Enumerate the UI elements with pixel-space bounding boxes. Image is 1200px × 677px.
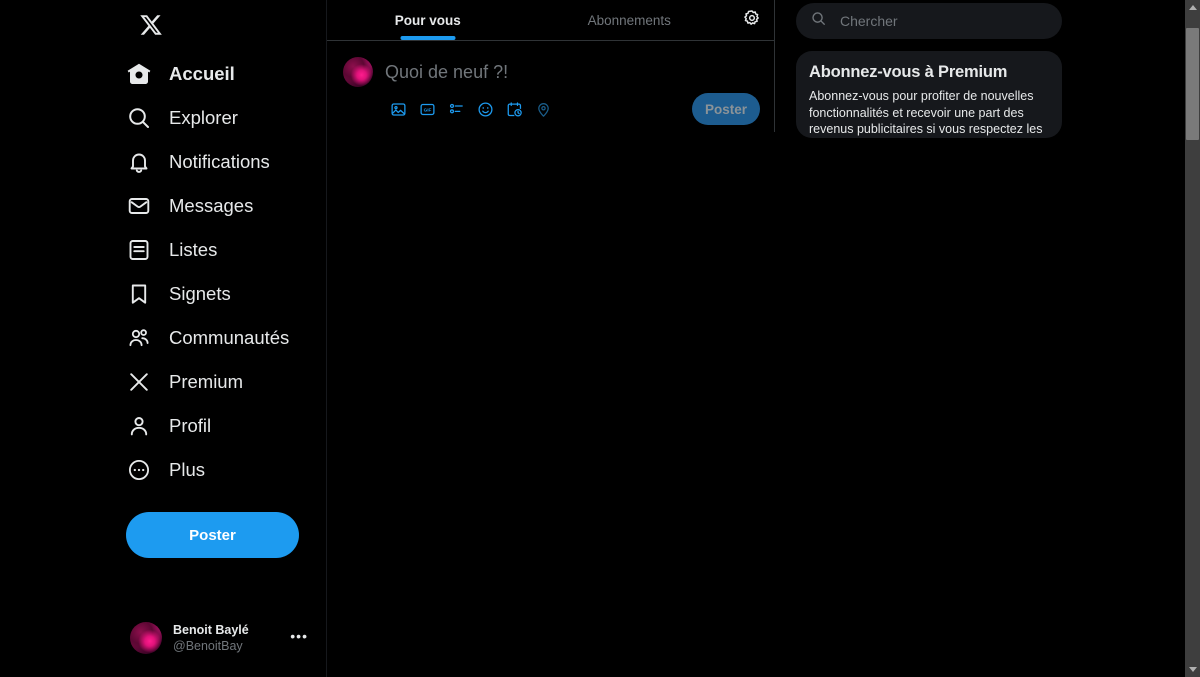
- search-icon: [126, 105, 152, 131]
- composer-avatar: [343, 57, 373, 87]
- poll-icon[interactable]: [442, 95, 470, 123]
- x-twitter-app: Accueil Explorer Notifications Messages: [0, 0, 1200, 677]
- sidebar-item-signets[interactable]: Signets: [126, 272, 247, 316]
- x-logo-button[interactable]: [126, 2, 176, 52]
- sidebar-item-label: Listes: [169, 239, 218, 260]
- schedule-icon[interactable]: [500, 95, 528, 123]
- composer-bottom-row: GIF Poster: [343, 93, 760, 125]
- tab-abonnements[interactable]: Abonnements: [529, 0, 731, 40]
- tab-pour-vous[interactable]: Pour vous: [327, 0, 529, 40]
- tab-label: Abonnements: [587, 12, 671, 28]
- gif-icon[interactable]: GIF: [413, 95, 441, 123]
- sidebar-item-explorer[interactable]: Explorer: [126, 96, 254, 140]
- sidebar-item-premium[interactable]: Premium: [126, 360, 259, 404]
- bell-icon: [126, 149, 152, 175]
- search-input[interactable]: [840, 13, 1047, 29]
- post-button-sidebar[interactable]: Poster: [126, 512, 299, 558]
- account-display-name: Benoit Baylé: [173, 622, 249, 637]
- scroll-up-arrow-icon[interactable]: [1185, 0, 1200, 15]
- x-premium-icon: [126, 369, 152, 395]
- composer-post-button[interactable]: Poster: [692, 93, 760, 125]
- envelope-icon: [126, 193, 152, 219]
- account-handle: @BenoitBay: [173, 639, 243, 653]
- search-icon: [811, 11, 826, 31]
- sidebar-item-label: Notifications: [169, 151, 270, 172]
- search-box[interactable]: [796, 3, 1062, 39]
- sidebar-item-label: Premium: [169, 371, 244, 392]
- composer-toolbar: GIF: [384, 95, 557, 123]
- sidebar-item-label: Explorer: [169, 107, 238, 128]
- x-logo-icon: [139, 13, 163, 42]
- account-more-icon[interactable]: •••: [290, 629, 308, 647]
- scrollbar-thumb[interactable]: [1186, 28, 1199, 140]
- premium-subscribe-card[interactable]: Abonnez-vous à Premium Abonnez-vous pour…: [796, 51, 1062, 138]
- sidebar-nav-list: Accueil Explorer Notifications Messages: [0, 52, 326, 492]
- sidebar-item-label: Communautés: [169, 327, 290, 348]
- emoji-icon[interactable]: [471, 95, 499, 123]
- sidebar-item-profil[interactable]: Profil: [126, 404, 227, 448]
- sidebar-item-label: Signets: [169, 283, 231, 304]
- location-icon[interactable]: [529, 95, 557, 123]
- sidebar-item-label: Accueil: [169, 63, 235, 84]
- timeline-header: Pour vous Abonnements: [327, 0, 774, 41]
- tab-label: Pour vous: [394, 12, 461, 28]
- sidebar-item-notifications[interactable]: Notifications: [126, 140, 286, 184]
- more-circle-icon: [126, 457, 152, 483]
- premium-card-body: Abonnez-vous pour profiter de nouvelles …: [809, 89, 1043, 136]
- page-scrollbar[interactable]: [1185, 0, 1200, 677]
- media-image-icon[interactable]: [384, 95, 412, 123]
- svg-text:GIF: GIF: [423, 107, 431, 112]
- sidebar-item-label: Plus: [169, 459, 205, 480]
- gear-icon: [743, 9, 761, 32]
- scroll-down-arrow-icon[interactable]: [1185, 662, 1200, 677]
- composer: Quoi de neuf ?! GIF Poster: [327, 41, 774, 125]
- left-sidebar: Accueil Explorer Notifications Messages: [0, 0, 327, 677]
- sidebar-item-label: Messages: [169, 195, 254, 216]
- list-icon: [126, 237, 152, 263]
- person-icon: [126, 413, 152, 439]
- premium-card-title: Abonnez-vous à Premium: [809, 63, 1008, 81]
- sidebar-item-messages[interactable]: Messages: [126, 184, 269, 228]
- sidebar-item-listes[interactable]: Listes: [126, 228, 233, 272]
- composer-input[interactable]: Quoi de neuf ?!: [385, 57, 760, 83]
- bookmark-icon: [126, 281, 152, 307]
- sidebar-item-plus[interactable]: Plus: [126, 448, 221, 492]
- right-sidebar: Abonnez-vous à Premium Abonnez-vous pour…: [775, 0, 1200, 677]
- account-names: Benoit Baylé @BenoitBay: [173, 623, 249, 654]
- account-switcher[interactable]: Benoit Baylé @BenoitBay •••: [126, 609, 312, 667]
- main-timeline-column: Pour vous Abonnements Quoi de neuf ?! GI…: [327, 0, 775, 132]
- composer-top-row: Quoi de neuf ?!: [343, 49, 760, 87]
- home-icon: [126, 61, 152, 87]
- sidebar-item-accueil[interactable]: Accueil: [126, 52, 251, 96]
- communities-icon: [126, 325, 152, 351]
- sidebar-item-communautes[interactable]: Communautés: [126, 316, 305, 360]
- avatar: [130, 622, 162, 654]
- sidebar-item-label: Profil: [169, 415, 212, 436]
- timeline-settings-button[interactable]: [730, 0, 774, 40]
